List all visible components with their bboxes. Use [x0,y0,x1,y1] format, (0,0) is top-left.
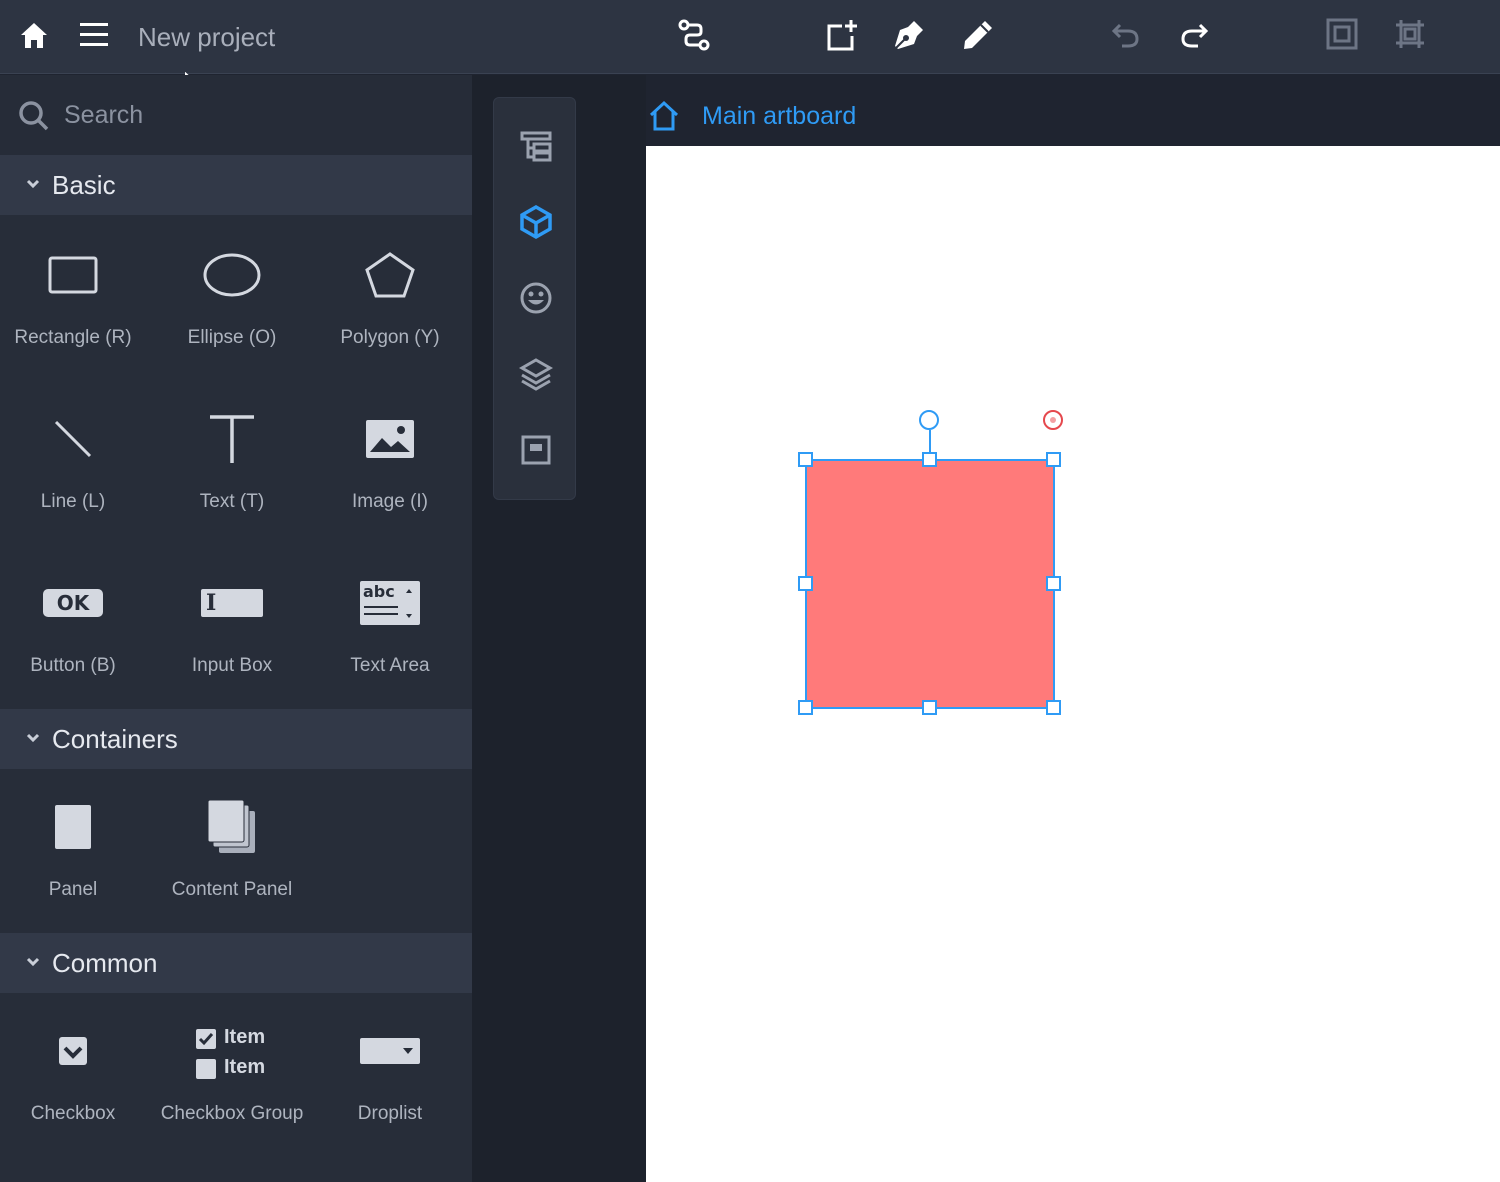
polygon-icon [365,252,415,298]
widget-rectangle[interactable]: Rectangle (R) [0,235,152,385]
menu-icon[interactable] [76,17,112,53]
chevron-down-icon [26,957,40,967]
emoji-icon[interactable] [494,268,577,328]
widget-line[interactable]: Line (L) [0,399,152,549]
component-library-panel: Basic Rectangle (R) Ellipse (O) Polygon … [0,75,472,1182]
widget-label: Ellipse (O) [187,327,277,348]
checkbox-group-item-label: Item [224,1056,266,1078]
section-header-basic[interactable]: Basic [0,155,472,215]
widget-label: Text (T) [199,491,265,512]
panel-icon [55,805,91,849]
widget-label: Input Box [191,655,273,676]
widget-button[interactable]: OK Button (B) [0,563,152,713]
widget-label: Line (L) [40,491,106,512]
widget-label: Text Area [350,655,430,676]
redo-icon[interactable] [1174,15,1214,55]
artboard-home-icon[interactable] [648,100,680,132]
search-icon [19,101,49,131]
checkbox-group-icon: Item Item [153,1011,311,1091]
group-frame-icon[interactable] [1390,14,1430,54]
widget-text[interactable]: Text (T) [153,399,311,549]
master-icon[interactable] [494,420,577,480]
line-icon [54,420,92,458]
new-page-icon[interactable] [821,15,861,55]
input-box-icon-cursor: I [206,590,217,616]
pencil-icon[interactable] [958,15,998,55]
search-bar [0,75,472,155]
widget-text-area[interactable]: abc Text Area [311,563,469,713]
chevron-down-icon [26,179,40,189]
connector-icon[interactable] [674,15,714,55]
widget-label: Button (B) [30,655,116,676]
content-panel-icon [207,799,255,853]
image-icon [366,420,414,458]
section-title: Basic [52,169,116,200]
button-icon: OK [43,589,103,617]
widget-label: Droplist [357,1103,423,1124]
pen-icon[interactable] [889,15,929,55]
widget-label: Panel [48,879,98,900]
section-title: Containers [52,723,178,754]
text-area-icon: abc [360,581,420,625]
widget-input-box[interactable]: I Input Box [153,563,311,713]
project-title[interactable]: New project [138,20,275,54]
layers-icon[interactable] [494,344,577,404]
rectangle-icon [48,256,98,294]
widget-label: Rectangle (R) [14,327,132,348]
widget-droplist[interactable]: Droplist [311,1011,469,1161]
components-cube-icon[interactable] [494,192,577,252]
ellipse-icon [203,253,261,297]
widget-content-panel[interactable]: Content Panel [153,787,311,937]
panel-switcher [493,97,576,500]
widget-image[interactable]: Image (I) [311,399,469,549]
frame-icon[interactable] [1322,14,1362,54]
undo-icon[interactable] [1106,15,1146,55]
droplist-icon [360,1038,420,1064]
text-icon [210,415,254,463]
section-header-common[interactable]: Common [0,933,472,993]
widget-label: Content Panel [171,879,293,900]
widget-label: Checkbox Group [160,1103,304,1124]
input-box-icon: I [201,589,263,617]
widget-label: Checkbox [30,1103,116,1124]
widget-polygon[interactable]: Polygon (Y) [311,235,469,385]
widget-label: Image (I) [351,491,429,512]
widget-ellipse[interactable]: Ellipse (O) [153,235,311,385]
widget-label: Polygon (Y) [340,327,440,348]
checkbox-group-item-label: Item [224,1026,266,1048]
home-icon[interactable] [16,17,52,53]
outline-tree-icon[interactable] [494,116,577,176]
artboard[interactable] [646,146,1500,1182]
widget-checkbox-group[interactable]: Item Item Checkbox Group [153,1011,311,1161]
section-title: Common [52,947,158,978]
top-toolbar: New project [0,0,1500,74]
artboard-breadcrumb[interactable]: Main artboard [702,102,856,131]
chevron-down-icon [26,733,40,743]
section-header-containers[interactable]: Containers [0,709,472,769]
widget-panel[interactable]: Panel [0,787,152,937]
button-icon-text: OK [56,591,90,615]
widget-checkbox[interactable]: Checkbox [0,1011,152,1161]
checkbox-icon [59,1037,87,1065]
search-input[interactable] [64,97,444,133]
